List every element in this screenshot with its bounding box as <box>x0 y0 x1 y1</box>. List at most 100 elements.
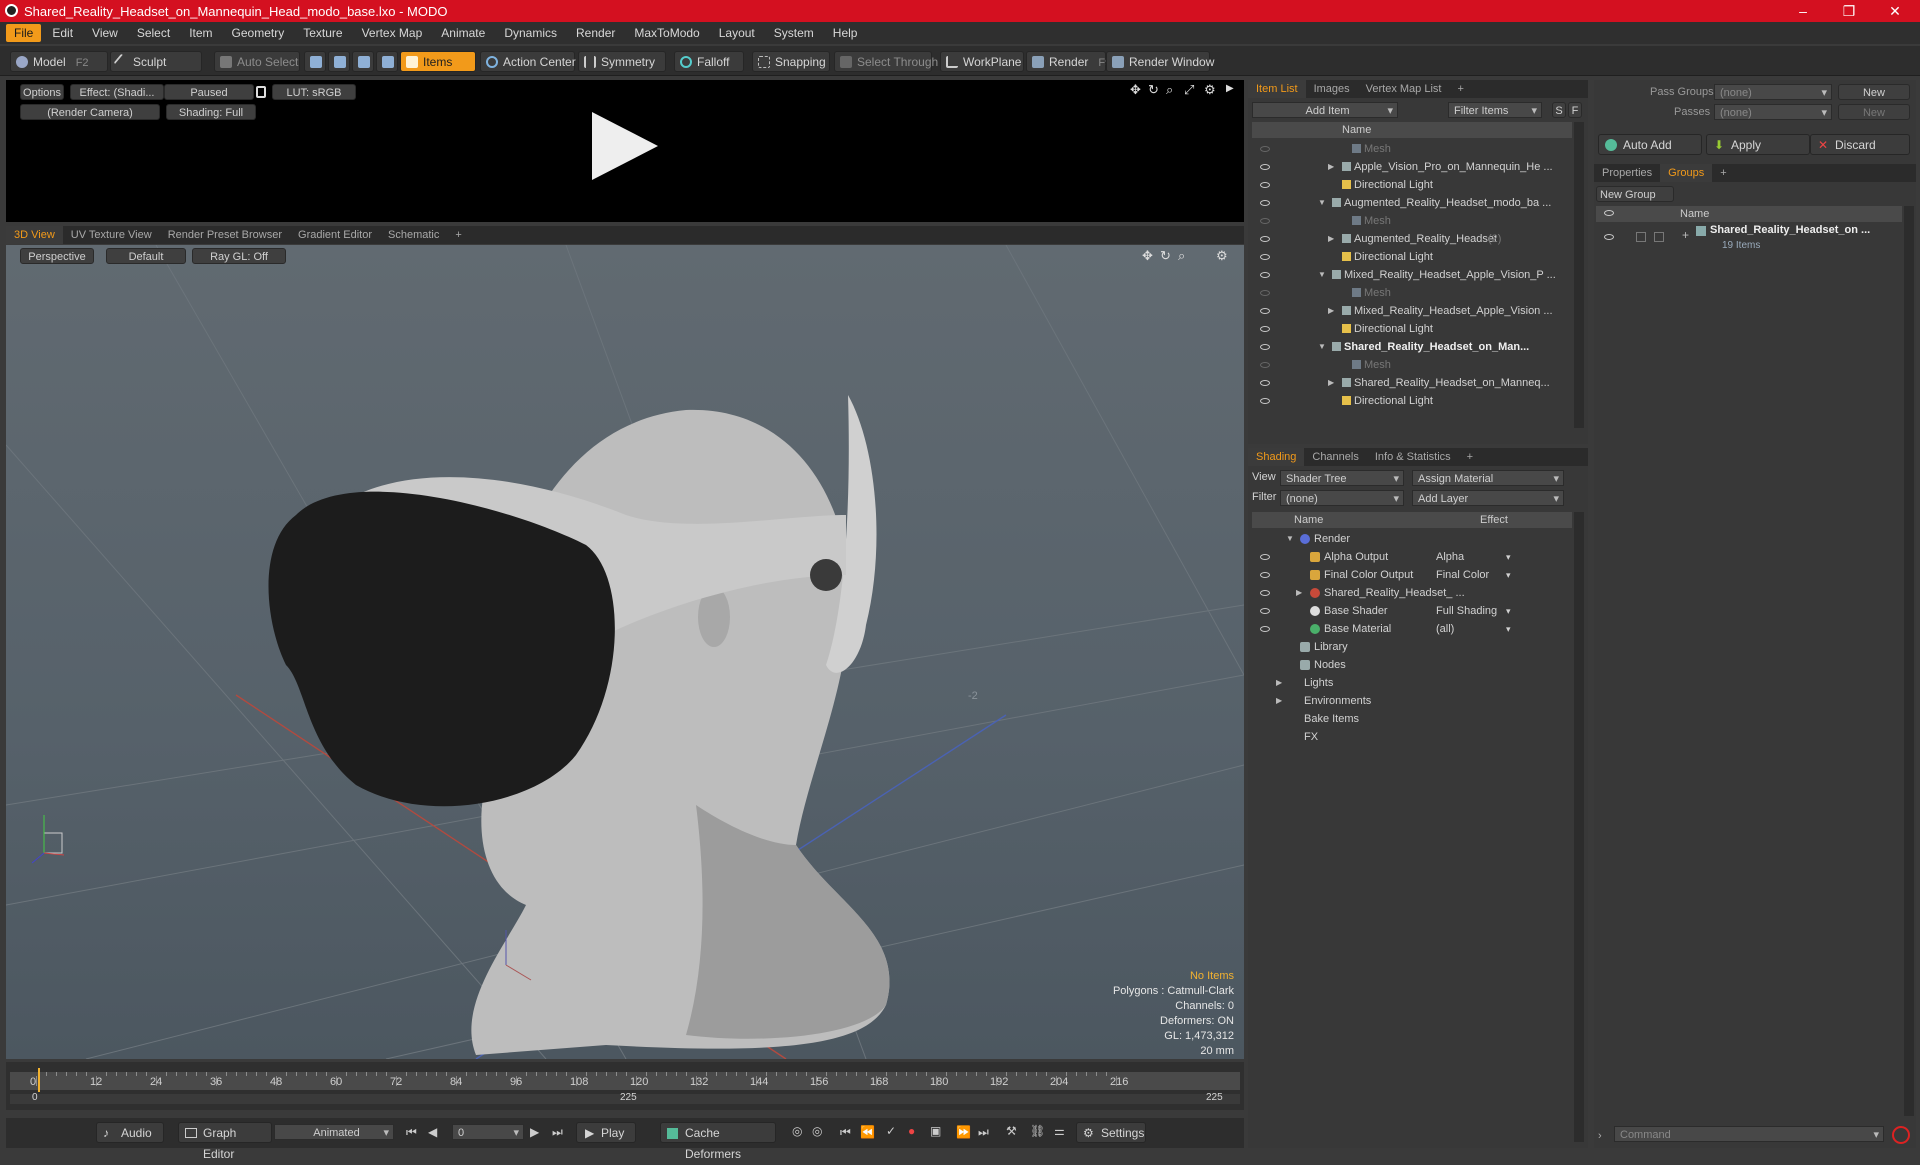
f-button[interactable]: F <box>1568 102 1582 118</box>
item-row[interactable]: ▼ Mixed_Reality_Headset_Apple_Vision_P ..… <box>1252 266 1572 284</box>
perspective-dropdown[interactable]: Perspective <box>20 248 94 264</box>
visibility-icon[interactable] <box>1260 590 1270 596</box>
gear-icon[interactable]: ⚙ <box>1204 82 1216 98</box>
falloff-button[interactable]: Falloff <box>674 51 744 72</box>
pass-groups-dropdown[interactable]: (none) <box>1714 84 1832 101</box>
visibility-icon[interactable] <box>1260 572 1270 578</box>
3d-viewport[interactable]: Perspective Default Ray GL: Off -2 ✥ ↻ ⌕… <box>6 245 1244 1059</box>
item-row[interactable]: Directional Light <box>1252 320 1572 338</box>
menu-render[interactable]: Render <box>568 24 623 42</box>
auto-add-button[interactable]: Auto Add <box>1598 134 1702 155</box>
item-row[interactable]: Mesh <box>1252 212 1572 230</box>
group-row[interactable]: + Shared_Reality_Headset_on ... 19 Items <box>1596 224 1902 260</box>
minimize-button[interactable]: – <box>1780 0 1826 22</box>
shader-row[interactable]: ▼ Render <box>1252 530 1572 548</box>
stop-icon[interactable] <box>1892 1126 1910 1144</box>
vertex-select-button[interactable] <box>304 51 326 72</box>
frame-input[interactable]: 0 <box>452 1124 524 1141</box>
visibility-icon[interactable] <box>1260 380 1270 386</box>
new-pass-button[interactable]: New <box>1838 104 1910 120</box>
filter-dropdown[interactable]: (none) <box>1280 490 1404 507</box>
item-row[interactable]: ▼ Augmented_Reality_Headset_modo_ba ... <box>1252 194 1572 212</box>
item-row[interactable]: Directional Light <box>1252 248 1572 266</box>
visibility-icon[interactable] <box>1260 326 1270 332</box>
move-icon[interactable]: ✥ <box>1130 82 1141 98</box>
expand-arrow-icon[interactable]: ▶ <box>1276 674 1282 692</box>
visibility-icon[interactable] <box>1260 146 1270 152</box>
auto-select-button[interactable]: Auto Select <box>214 51 300 72</box>
shader-row[interactable]: Library <box>1252 638 1572 656</box>
visibility-icon[interactable] <box>1260 308 1270 314</box>
tab-item-list[interactable]: Item List <box>1248 80 1306 98</box>
tab-gradient-editor[interactable]: Gradient Editor <box>290 226 380 244</box>
tab-uv-texture-view[interactable]: UV Texture View <box>63 226 160 244</box>
items-mode-button[interactable]: Items <box>400 51 476 72</box>
effect-dropdown[interactable]: Full Shading <box>1436 602 1516 620</box>
model-mode-button[interactable]: Model F2 <box>10 51 108 72</box>
expand-arrow-icon[interactable]: ▶ <box>1328 302 1334 320</box>
add-tab-button[interactable]: + <box>447 226 469 244</box>
workplane-button[interactable]: WorkPlane <box>940 51 1024 72</box>
prev-frame-icon[interactable]: ◀ <box>428 1125 437 1139</box>
collapse-arrow-icon[interactable]: ▼ <box>1318 266 1326 284</box>
effect-dropdown[interactable]: Alpha <box>1436 548 1516 566</box>
view-dropdown[interactable]: Shader Tree <box>1280 470 1404 487</box>
visibility-icon[interactable] <box>1260 254 1270 260</box>
menu-select[interactable]: Select <box>129 24 178 42</box>
next-key-step-icon[interactable]: ⏩ <box>956 1125 971 1139</box>
shader-tree-scrollbar[interactable] <box>1574 512 1584 1142</box>
arrow-right-icon[interactable]: ▶ <box>1226 83 1234 94</box>
shading-dropdown[interactable]: Shading: Full <box>166 104 256 120</box>
select-through-button[interactable]: Select Through <box>834 51 938 72</box>
new-group-button[interactable]: New Group <box>1596 186 1674 202</box>
chevron-down-icon[interactable]: ▾ <box>1506 566 1511 584</box>
s-button[interactable]: S <box>1552 102 1566 118</box>
command-input[interactable]: Command <box>1614 1126 1884 1143</box>
chevron-down-icon[interactable]: ▾ <box>1506 602 1511 620</box>
timeline-range-bar[interactable]: 0 225 225 <box>10 1092 1240 1104</box>
sculpt-mode-button[interactable]: Sculpt <box>110 51 202 72</box>
edge-select-button[interactable] <box>328 51 350 72</box>
add-tab-button[interactable]: + <box>1449 80 1471 98</box>
tab-groups[interactable]: Groups <box>1660 164 1713 182</box>
new-pass-group-button[interactable]: New <box>1838 84 1910 100</box>
visibility-icon[interactable] <box>1260 398 1270 404</box>
play-button[interactable]: ▶ Play <box>576 1122 636 1143</box>
effect-dropdown[interactable]: Effect: (Shadi... <box>70 84 164 100</box>
item-list-scrollbar[interactable] <box>1574 122 1584 428</box>
expand-arrow-icon[interactable]: ▶ <box>1276 692 1282 710</box>
visibility-icon[interactable] <box>1604 234 1614 240</box>
item-row[interactable]: ▼ Shared_Reality_Headset_on_Man... <box>1252 338 1572 356</box>
tab-vertex-map-list[interactable]: Vertex Map List <box>1358 80 1450 98</box>
visibility-icon[interactable] <box>1260 554 1270 560</box>
menu-vertex-map[interactable]: Vertex Map <box>354 24 431 42</box>
expand-arrow-icon[interactable]: ▶ <box>1328 374 1334 392</box>
maximize-icon[interactable]: ⤢ <box>1184 82 1194 98</box>
render-preview[interactable]: Options Effect: (Shadi... Paused LUT: sR… <box>6 80 1244 222</box>
tab-info-statistics[interactable]: Info & Statistics <box>1367 448 1459 466</box>
close-button[interactable]: ✕ <box>1872 0 1918 22</box>
record-icon[interactable]: ● <box>908 1124 915 1138</box>
timeline[interactable]: 0 12 24 36 48 60 72 84 96 108 120 132 144 156 168 180 19… <box>6 1062 1244 1110</box>
visibility-icon[interactable] <box>1260 626 1270 632</box>
item-row[interactable]: Directional Light <box>1252 392 1572 410</box>
first-frame-icon[interactable]: ⏮ <box>406 1125 417 1140</box>
next-frame-icon[interactable]: ▶ <box>530 1125 539 1139</box>
prev-key-icon[interactable]: ⏮ <box>840 1125 851 1140</box>
menu-texture[interactable]: Texture <box>295 24 350 42</box>
tab-channels[interactable]: Channels <box>1304 448 1366 466</box>
item-row[interactable]: Mesh <box>1252 140 1572 158</box>
passes-dropdown[interactable]: (none) <box>1714 104 1832 121</box>
expand-arrow-icon[interactable]: ▶ <box>1328 158 1334 176</box>
menu-animate[interactable]: Animate <box>433 24 493 42</box>
item-row[interactable]: Mesh <box>1252 284 1572 302</box>
snapping-button[interactable]: Snapping <box>752 51 830 72</box>
add-layer-dropdown[interactable]: Add Layer <box>1412 490 1564 507</box>
animated-dropdown[interactable]: Animated <box>274 1124 394 1141</box>
menu-dynamics[interactable]: Dynamics <box>496 24 565 42</box>
tab-3d-view[interactable]: 3D View <box>6 226 63 244</box>
visibility-icon[interactable] <box>1260 200 1270 206</box>
menu-geometry[interactable]: Geometry <box>224 24 293 42</box>
shader-row[interactable]: Alpha Output Alpha ▾ <box>1252 548 1572 566</box>
groups-scrollbar[interactable] <box>1904 206 1914 1116</box>
